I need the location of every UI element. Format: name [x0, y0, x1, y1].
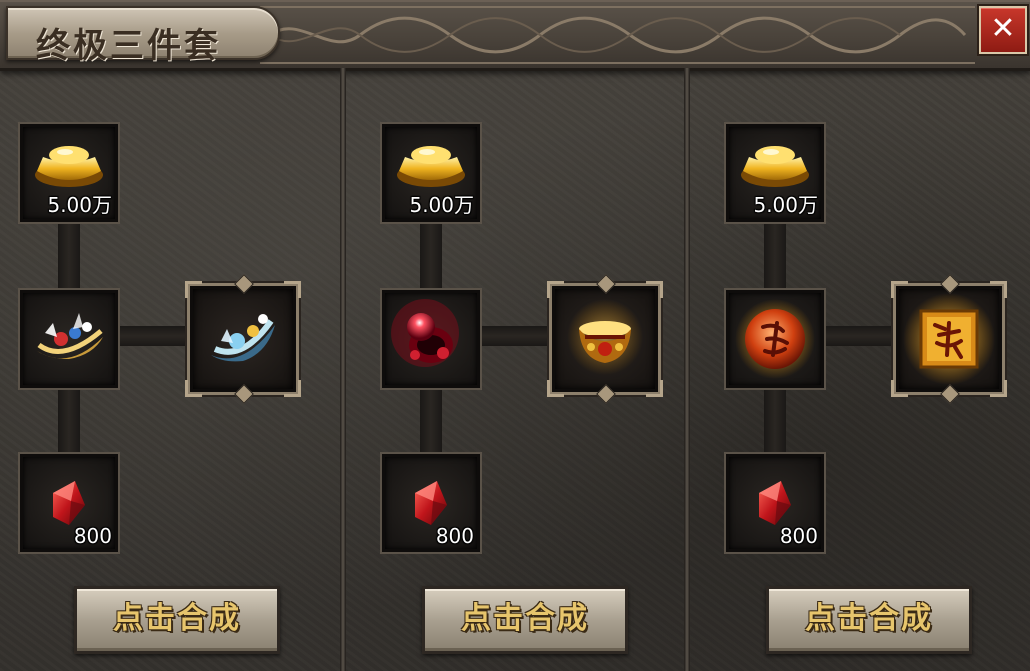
title-ornament — [260, 6, 975, 64]
jeweled-necklace-icon — [37, 313, 103, 359]
material-slot-base-item[interactable] — [382, 290, 480, 388]
material-slot-gold[interactable]: 5.00万 — [382, 124, 480, 222]
recipe-panel-2: 5.00万 800 点击合成 — [346, 68, 684, 671]
combine-button[interactable]: 点击合成 — [766, 586, 972, 654]
golden-ornate-bracelet-icon — [567, 299, 643, 375]
material-slot-base-item[interactable] — [20, 290, 118, 388]
result-slot[interactable] — [891, 274, 1007, 404]
material-slot-gem[interactable]: 800 — [382, 454, 480, 552]
title-bar: 终极三件套 ✕ — [0, 0, 1030, 71]
material-slot-gold[interactable]: 5.00万 — [726, 124, 824, 222]
fire-rune-tablet-icon — [903, 293, 995, 385]
window-title: 终极三件套 — [36, 26, 221, 66]
synthesis-window: 终极三件套 ✕ 5.00万 800 点击合成 5.00万 800 点击合成 5.… — [0, 0, 1030, 671]
material-slot-gem[interactable]: 800 — [20, 454, 118, 552]
connector-horizontal — [474, 326, 554, 346]
red-glowing-bracelet-icon — [391, 299, 459, 367]
material-quantity: 800 — [435, 524, 474, 548]
close-button[interactable]: ✕ — [979, 6, 1027, 54]
result-slot[interactable] — [185, 274, 301, 404]
blue-jeweled-necklace-icon — [211, 314, 275, 362]
material-slot-gold[interactable]: 5.00万 — [20, 124, 118, 222]
result-slot[interactable] — [547, 274, 663, 404]
connector-horizontal — [112, 326, 192, 346]
combine-button[interactable]: 点击合成 — [74, 586, 280, 654]
close-icon: ✕ — [990, 11, 1016, 46]
title-plate: 终极三件套 — [6, 6, 280, 66]
material-slot-gem[interactable]: 800 — [726, 454, 824, 552]
material-quantity: 5.00万 — [409, 193, 474, 217]
material-quantity: 800 — [779, 524, 818, 548]
material-quantity: 5.00万 — [47, 193, 112, 217]
soul-orb-icon — [735, 299, 815, 379]
material-quantity: 800 — [73, 524, 112, 548]
material-quantity: 5.00万 — [753, 193, 818, 217]
recipe-panel-1: 5.00万 800 点击合成 — [0, 68, 338, 671]
connector-horizontal — [818, 326, 898, 346]
combine-button[interactable]: 点击合成 — [422, 586, 628, 654]
recipe-panel-3: 5.00万 800 点击合成 — [690, 68, 1028, 671]
material-slot-base-item[interactable] — [726, 290, 824, 388]
